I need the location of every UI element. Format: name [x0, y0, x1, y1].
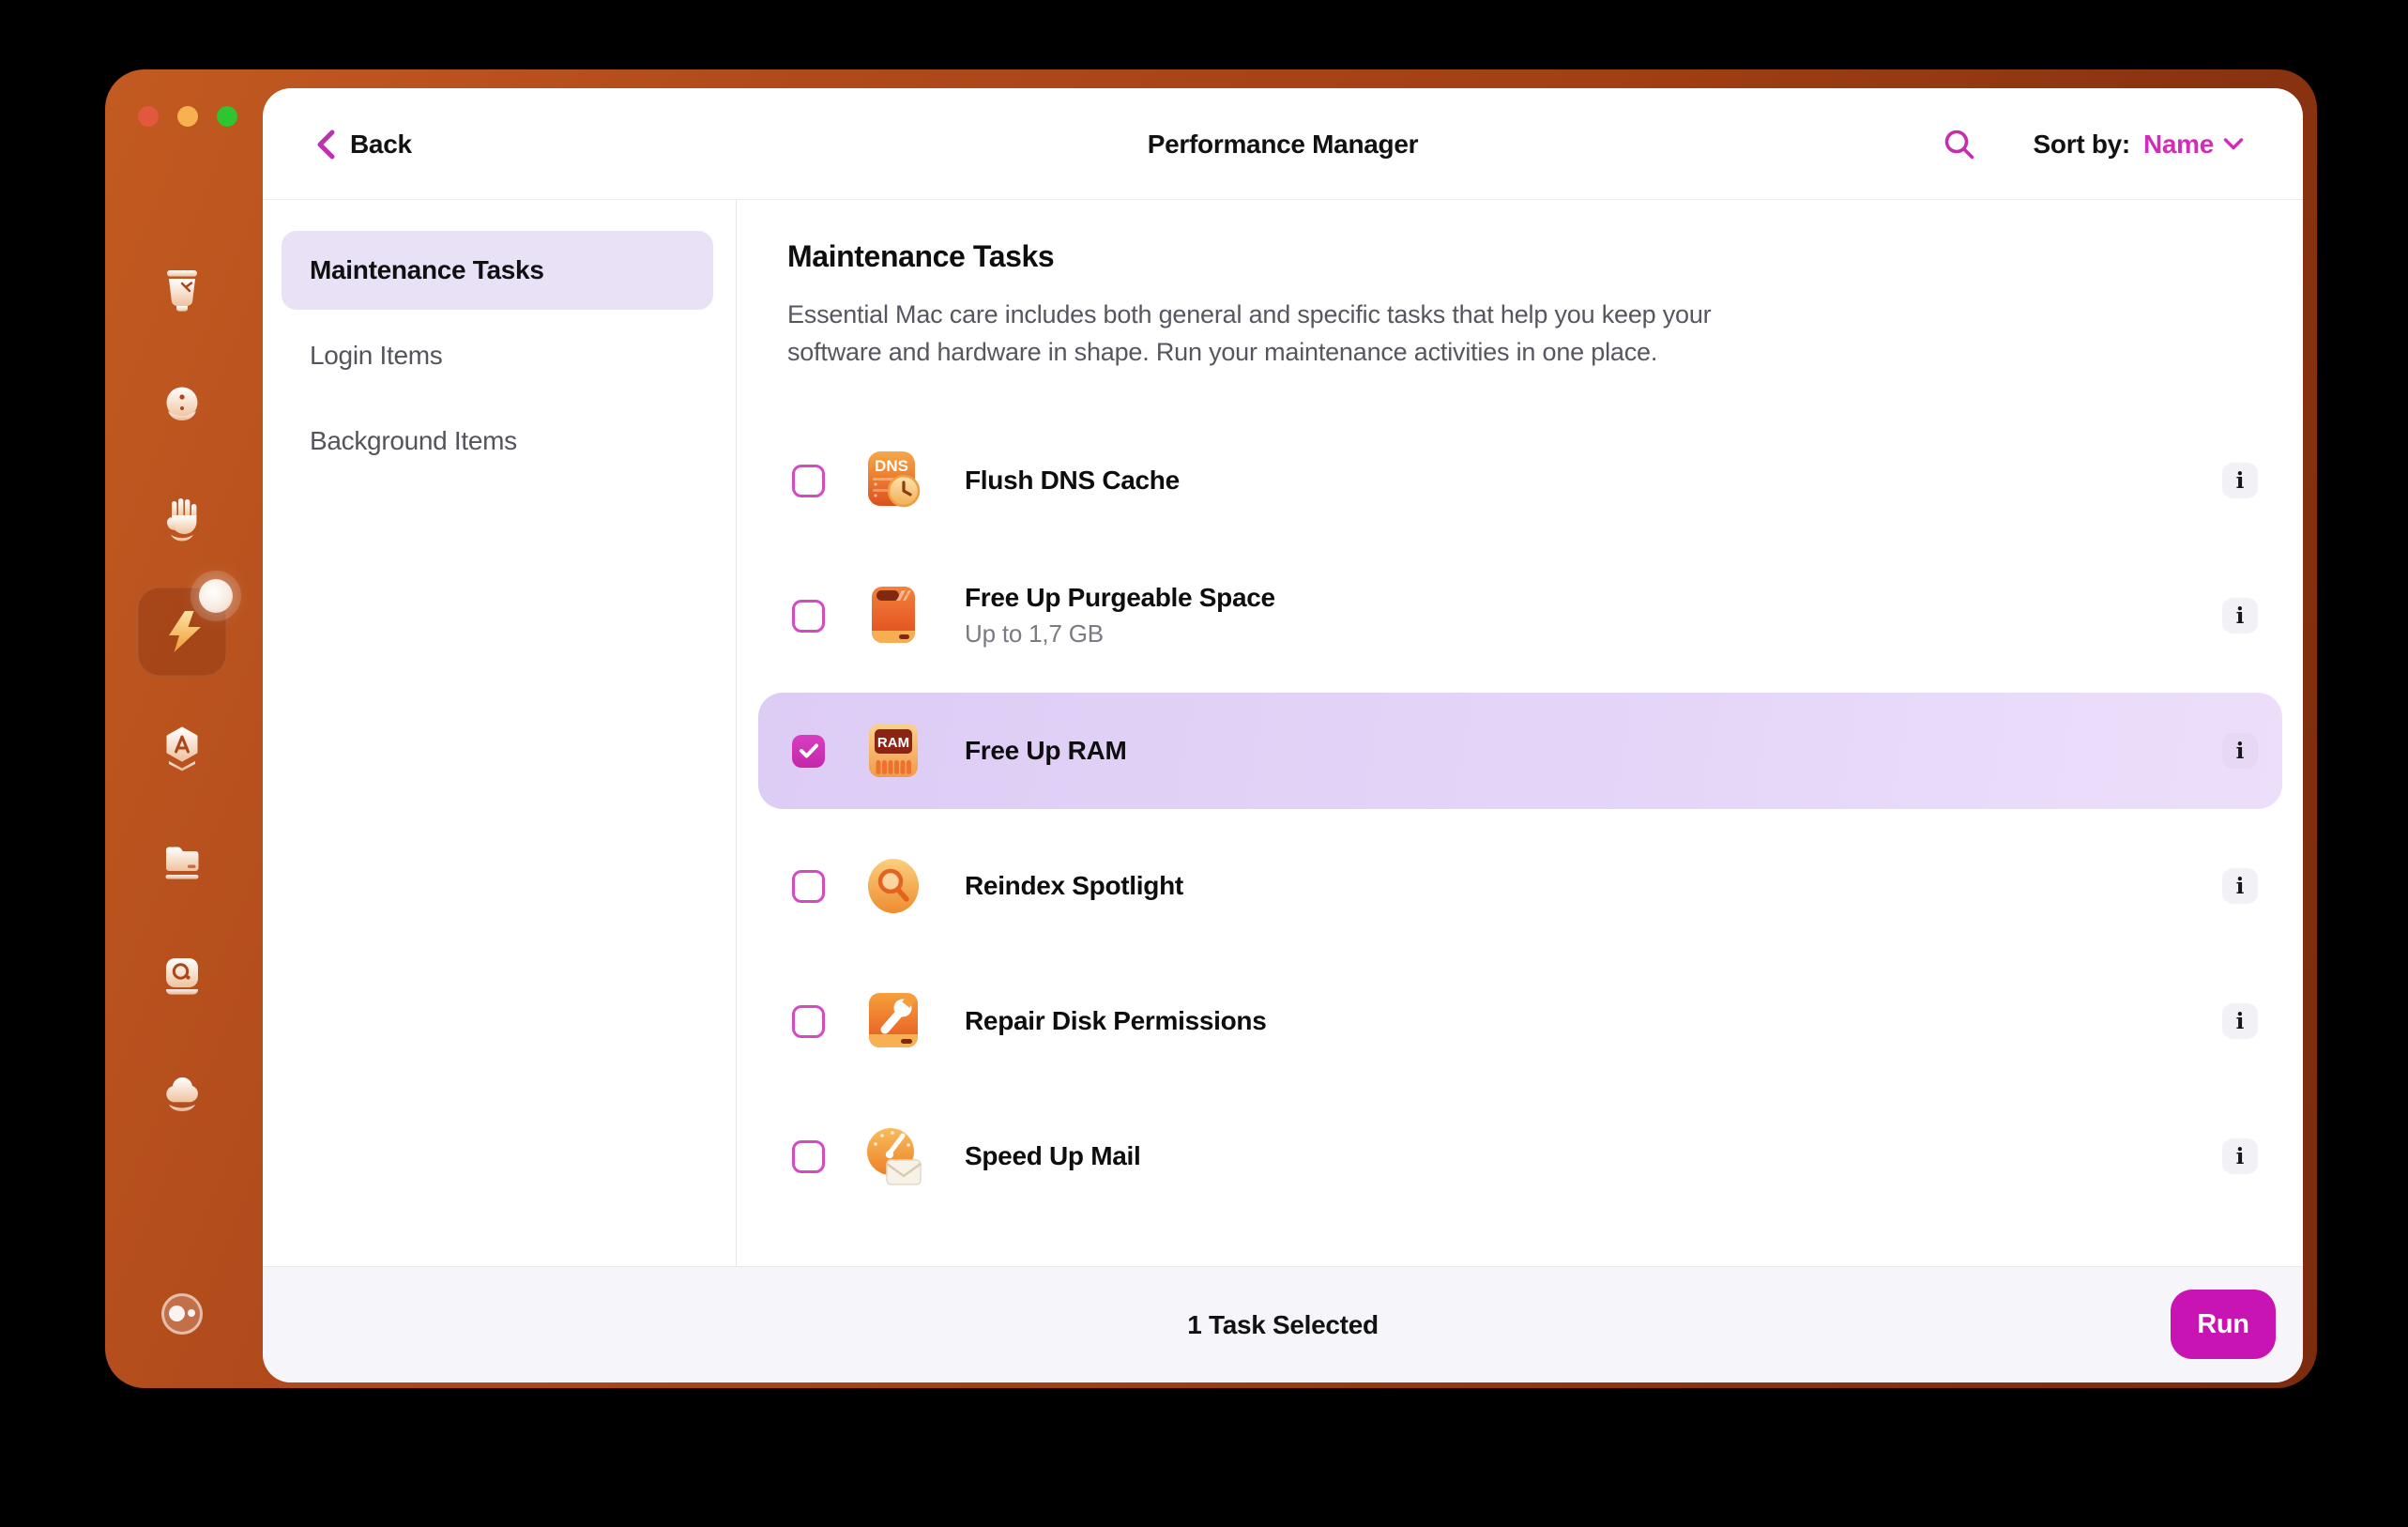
- header-actions: Sort by: Name: [1942, 88, 2245, 200]
- task-label: Speed Up Mail: [965, 1141, 1141, 1170]
- svg-text:RAM: RAM: [877, 735, 909, 751]
- task-sublabel: Up to 1,7 GB: [965, 619, 1104, 648]
- task-checkbox-unchecked[interactable]: [792, 1139, 825, 1173]
- checkmark-icon: [799, 743, 818, 758]
- notification-orb-badge: [199, 579, 233, 613]
- info-icon: i: [2235, 1143, 2245, 1169]
- task-checkbox-unchecked[interactable]: [792, 599, 825, 633]
- content-description: Essential Mac care includes both general…: [787, 300, 1712, 366]
- nav-item-background-items[interactable]: Background Items: [310, 421, 517, 461]
- search-button[interactable]: [1942, 127, 1977, 162]
- space-lens-icon[interactable]: [157, 951, 207, 1001]
- nav-item-maintenance-tasks[interactable]: Maintenance Tasks: [282, 231, 713, 310]
- task-label: Flush DNS Cache: [965, 466, 1180, 495]
- task-row-reindex-spotlight[interactable]: Reindex Spotlight i: [758, 828, 2282, 944]
- app-sidebar: [105, 69, 263, 1388]
- nav-label: Login Items: [310, 341, 443, 370]
- nav-label: Maintenance Tasks: [310, 255, 544, 284]
- applications-icon[interactable]: [157, 724, 207, 774]
- info-icon: i: [2235, 467, 2245, 494]
- task-label: Repair Disk Permissions: [965, 1006, 1267, 1035]
- task-label: Reindex Spotlight: [965, 871, 1183, 900]
- main-panel: Back Performance Manager Sort by: Name M…: [263, 88, 2303, 1382]
- purgeable-space-drive-icon: [872, 587, 915, 643]
- orb-small-dot: [188, 1309, 195, 1317]
- sort-by-label: Sort by:: [2033, 129, 2131, 159]
- task-checkbox-unchecked[interactable]: [792, 1004, 825, 1038]
- assistant-orb-icon[interactable]: [161, 1293, 203, 1335]
- desktop-background: Back Performance Manager Sort by: Name M…: [0, 0, 2408, 1527]
- run-label: Run: [2197, 1308, 2249, 1339]
- info-button[interactable]: i: [2222, 463, 2258, 498]
- window-header: Back Performance Manager Sort by: Name: [263, 88, 2303, 200]
- task-checkbox-unchecked[interactable]: [792, 464, 825, 497]
- ram-chip-icon: RAM: [869, 724, 918, 777]
- nav-label: Background Items: [310, 426, 517, 455]
- svg-text:DNS: DNS: [875, 457, 908, 475]
- section-nav: Maintenance Tasks Login Items Background…: [263, 200, 737, 1266]
- info-icon: i: [2235, 738, 2245, 764]
- spotlight-magnifier-icon: [868, 859, 919, 913]
- task-row-repair-disk-permissions[interactable]: Repair Disk Permissions i: [758, 963, 2282, 1079]
- run-button[interactable]: Run: [2171, 1290, 2276, 1359]
- info-icon: i: [2235, 1008, 2245, 1034]
- search-icon: [1944, 130, 1974, 159]
- info-button[interactable]: i: [2222, 733, 2258, 769]
- task-row-free-up-ram-selected[interactable]: RAM Free Up RAM i: [758, 693, 2282, 809]
- task-row-free-up-purgeable-space[interactable]: Free Up Purgeable Space Up to 1,7 GB i: [758, 557, 2282, 674]
- info-icon: i: [2235, 603, 2245, 629]
- disk-wrench-icon: [869, 993, 918, 1047]
- orb-large-dot: [169, 1306, 185, 1321]
- tasks-content: Maintenance Tasks Essential Mac care inc…: [739, 200, 2303, 1266]
- task-label: Free Up Purgeable Space: [965, 583, 1275, 612]
- performance-lightning-icon: [169, 611, 201, 652]
- privacy-hand-icon[interactable]: [157, 493, 207, 543]
- mail-speedometer-icon: [867, 1128, 922, 1185]
- info-button[interactable]: i: [2222, 868, 2258, 904]
- info-button[interactable]: i: [2222, 1138, 2258, 1174]
- sidebar-item-performance-selected[interactable]: [137, 579, 233, 677]
- task-checkbox-checked[interactable]: [792, 734, 825, 768]
- dns-cache-icon: DNS: [868, 451, 921, 508]
- selection-status: 1 Task Selected: [1187, 1309, 1379, 1339]
- app-window: Back Performance Manager Sort by: Name M…: [105, 69, 2317, 1388]
- footer-bar: 1 Task Selected Run: [263, 1266, 2303, 1382]
- task-label: Free Up RAM: [965, 736, 1127, 765]
- task-checkbox-unchecked[interactable]: [792, 869, 825, 903]
- sort-value: Name: [2142, 129, 2214, 159]
- info-button[interactable]: i: [2222, 598, 2258, 634]
- protection-orb-icon[interactable]: [157, 380, 207, 431]
- task-row-speed-up-mail[interactable]: Speed Up Mail i: [758, 1098, 2282, 1214]
- sort-dropdown[interactable]: Name: [2143, 130, 2245, 160]
- nav-item-login-items[interactable]: Login Items: [310, 336, 443, 375]
- cleanup-bin-icon[interactable]: [157, 263, 207, 313]
- clutter-cloud-icon[interactable]: [157, 1066, 207, 1117]
- files-folder-icon[interactable]: [157, 836, 207, 887]
- info-button[interactable]: i: [2222, 1003, 2258, 1039]
- chevron-down-icon: [2223, 137, 2244, 149]
- task-row-flush-dns-cache[interactable]: DNS Flush DNS Cache i: [758, 422, 2282, 539]
- content-heading: Maintenance Tasks: [787, 239, 1055, 273]
- info-icon: i: [2235, 873, 2245, 899]
